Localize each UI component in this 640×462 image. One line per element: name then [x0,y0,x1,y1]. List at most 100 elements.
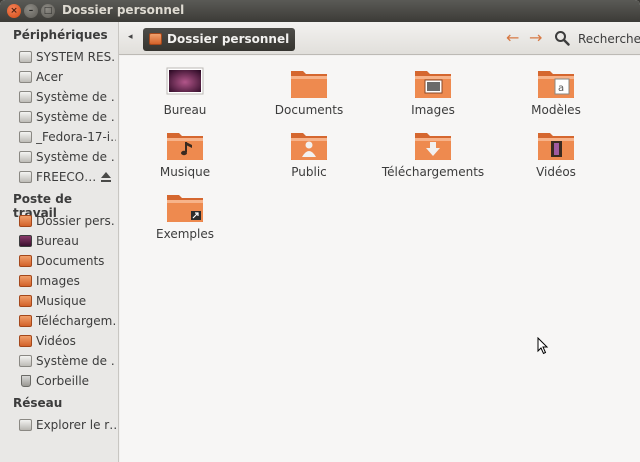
desktop-icon [19,235,32,247]
breadcrumb-label: Dossier personnel [167,32,290,46]
sidebar-item-filesystem-root[interactable]: Système de … [0,351,119,371]
downloads-folder-icon [415,133,451,160]
sidebar-item-freeco[interactable]: FREECO… [0,167,119,187]
folder-icon [19,255,32,267]
file-item-label: Téléchargements [381,165,485,179]
images-folder-icon [19,275,32,287]
sidebar-item-acer[interactable]: Acer [0,67,119,87]
sidebar-item-label: SYSTEM RES… [36,50,116,64]
file-item-label: Images [411,103,455,117]
music-folder-icon [19,295,32,307]
file-item-label: Bureau [163,103,207,117]
forward-arrow-icon[interactable]: → [529,28,542,47]
sidebar-item-filesystem-1[interactable]: Système de … [0,87,119,107]
sidebar-item-label: FREECO… [36,170,96,184]
sidebar-item-filesystem-2[interactable]: Système de … [0,107,119,127]
file-item-label: Public [291,165,327,179]
images-folder-icon [415,71,451,98]
sidebar-item-system-reserved[interactable]: SYSTEM RES… [0,47,119,67]
places-sidebar: Périphériques SYSTEM RES… Acer Système d… [0,22,119,462]
sidebar-item-trash[interactable]: Corbeille [0,371,119,391]
file-item-modeles[interactable]: a Modèles [501,67,611,127]
sidebar-item-label: Bureau [36,234,79,248]
file-item-label: Exemples [156,227,214,241]
templates-folder-icon: a [538,71,574,98]
link-folder-icon [167,195,203,222]
file-item-musique[interactable]: Musique [130,129,240,189]
downloads-folder-icon [19,315,32,327]
videos-folder-icon [19,335,32,347]
close-icon: × [10,6,18,16]
maximize-icon: □ [43,6,53,16]
sidebar-item-label: Explorer le r… [36,418,116,432]
eject-icon[interactable] [100,171,112,183]
drive-icon [19,91,32,103]
sidebar-item-browse-network[interactable]: Explorer le r… [0,415,119,435]
sidebar-item-label: Musique [36,294,87,308]
sidebar-item-fedora[interactable]: _Fedora-17-i… [0,127,119,147]
file-item-label: Musique [159,165,211,179]
file-view[interactable]: Bureau Documents Images a Modèles Musiqu… [120,56,640,462]
sidebar-item-filesystem-3[interactable]: Système de … [0,147,119,167]
music-folder-icon [167,133,203,160]
sidebar-item-home[interactable]: Dossier pers… [0,211,119,231]
search-icon [555,31,570,46]
desktop-folder-icon [166,67,204,95]
drive-icon [19,111,32,123]
drive-icon [19,51,32,63]
file-item-exemples[interactable]: Exemples [130,191,240,251]
file-item-documents[interactable]: Documents [254,67,364,127]
minimize-window-button[interactable]: – [24,4,38,18]
sidebar-item-music[interactable]: Musique [0,291,119,311]
sidebar-item-label: Système de … [36,110,116,124]
sidebar-item-label: Vidéos [36,334,76,348]
title-bar[interactable]: × – □ Dossier personnel [0,0,640,22]
mouse-pointer-icon [537,337,549,355]
breadcrumb-home[interactable]: Dossier personnel [143,28,296,51]
sidebar-item-label: _Fedora-17-i… [36,130,116,144]
sidebar-item-label: Documents [36,254,105,268]
sidebar-item-desktop[interactable]: Bureau [0,231,119,251]
drive-icon [19,151,32,163]
file-item-videos[interactable]: Vidéos [501,129,611,189]
sidebar-item-images[interactable]: Images [0,271,119,291]
file-manager-window: × – □ Dossier personnel Périphériques SY… [0,0,640,462]
sidebar-item-label: Images [36,274,80,288]
folder-icon [291,71,327,98]
public-folder-icon [291,133,327,160]
sidebar-item-label: Système de … [36,354,116,368]
file-item-label: Documents [274,103,344,117]
sidebar-item-downloads[interactable]: Téléchargem… [0,311,119,331]
sidebar-heading-network: Réseau [13,396,63,410]
sidebar-item-videos[interactable]: Vidéos [0,331,119,351]
history-back-arrow-icon[interactable]: ◂ [128,32,133,42]
usb-drive-icon [19,171,32,183]
sidebar-item-documents[interactable]: Documents [0,251,119,271]
minimize-icon: – [28,6,34,16]
sidebar-item-label: Acer [36,70,63,84]
window-title: Dossier personnel [62,3,185,17]
maximize-window-button[interactable]: □ [41,4,55,18]
drive-icon [19,355,32,367]
search-label: Recherche [578,32,640,46]
sidebar-item-label: Dossier pers… [36,214,116,228]
file-item-label: Vidéos [536,165,576,179]
file-item-public[interactable]: Public [254,129,364,189]
file-item-telechargements[interactable]: Téléchargements [378,129,488,189]
toolbar: ◂ Dossier personnel ← → Recherche [119,22,640,55]
sidebar-item-label: Système de … [36,90,116,104]
sidebar-item-label: Corbeille [36,374,90,388]
file-item-images[interactable]: Images [378,67,488,127]
videos-folder-icon [538,133,574,160]
trash-icon [21,375,31,387]
back-arrow-icon[interactable]: ← [506,28,519,47]
network-icon [19,419,32,431]
sidebar-heading-devices: Périphériques [13,28,108,42]
file-item-label: Modèles [531,103,581,117]
svg-text:a: a [558,83,564,94]
close-window-button[interactable]: × [7,4,21,18]
drive-icon [19,71,32,83]
home-folder-icon [19,215,32,227]
file-item-bureau[interactable]: Bureau [130,67,240,127]
home-folder-icon [149,33,162,45]
